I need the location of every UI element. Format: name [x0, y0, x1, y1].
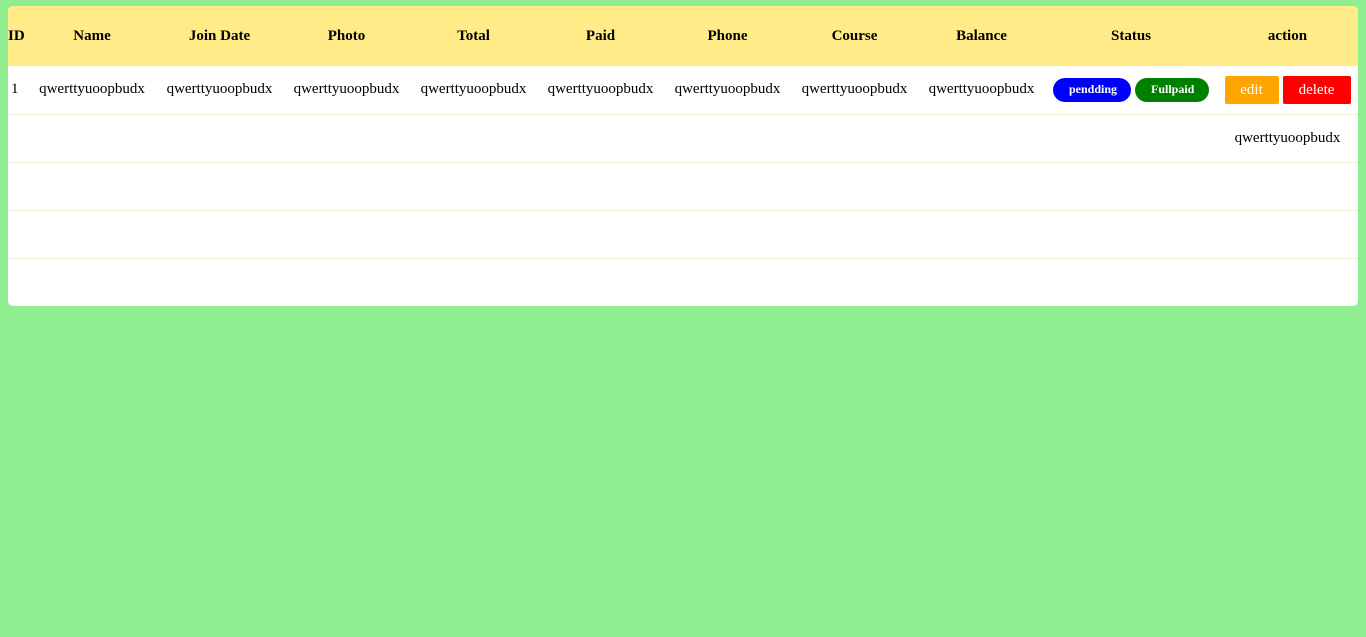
table-row — [8, 162, 1358, 210]
cell-id: 1 — [11, 81, 19, 98]
edit-button[interactable]: edit — [1224, 75, 1279, 104]
cell-phone: qwerttyuoopbudx — [674, 81, 781, 98]
header-balance: Balance — [956, 27, 1007, 44]
cell-balance: qwerttyuoopbudx — [928, 81, 1035, 98]
students-table-card: ID Name Join Date Photo Total Paid Phone… — [8, 6, 1358, 306]
table-row — [8, 210, 1358, 258]
header-paid: Paid — [585, 27, 616, 44]
pending-status-button[interactable]: pendding — [1053, 77, 1131, 102]
table-row: qwerttyuoopbudx — [8, 114, 1358, 162]
cell-total: qwerttyuoopbudx — [420, 81, 527, 98]
cell-join-date: qwerttyuoopbudx — [166, 81, 273, 98]
header-join-date: Join Date — [188, 27, 251, 44]
cell-name: qwerttyuoopbudx — [39, 81, 145, 98]
cell-course: qwerttyuoopbudx — [801, 81, 908, 98]
table-row — [8, 258, 1358, 306]
table-row: 1 qwerttyuoopbudx qwerttyuoopbudx qwertt… — [8, 66, 1358, 114]
header-status: Status — [1110, 27, 1151, 44]
delete-button[interactable]: delete — [1282, 75, 1351, 104]
cell-action: edit delete — [1217, 66, 1358, 114]
header-name: Name — [73, 27, 111, 44]
cell-photo: qwerttyuoopbudx — [293, 81, 400, 98]
header-photo: Photo — [327, 27, 366, 44]
fullpaid-status-button[interactable]: Fullpaid — [1135, 77, 1209, 102]
header-course: Course — [831, 27, 878, 44]
header-action: action — [1267, 27, 1308, 44]
students-table: ID Name Join Date Photo Total Paid Phone… — [8, 6, 1358, 306]
cell-status: pendding Fullpaid — [1045, 66, 1217, 114]
header-phone: Phone — [707, 27, 748, 44]
table-header-row: ID Name Join Date Photo Total Paid Phone… — [8, 6, 1358, 66]
cell-paid: qwerttyuoopbudx — [547, 81, 654, 98]
cell-action-text: qwerttyuoopbudx — [1234, 129, 1341, 146]
header-id: ID — [8, 27, 25, 44]
header-total: Total — [457, 27, 490, 44]
